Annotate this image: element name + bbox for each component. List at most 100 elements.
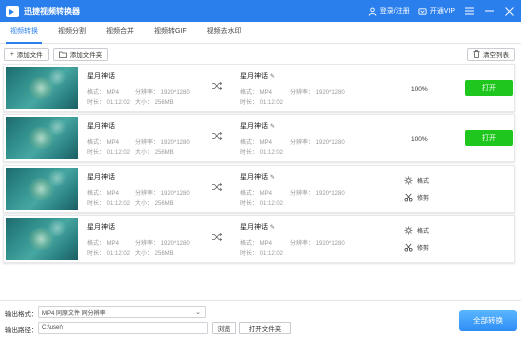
browse-button[interactable]: 浏览 [212, 322, 236, 334]
output-format-select[interactable]: MP4 同原文件 同分辨率 ⌄ [38, 306, 206, 318]
source-format: 格式： MP4 [87, 191, 120, 197]
chevron-down-icon: ⌄ [195, 309, 201, 316]
shuffle-arrows-icon [212, 82, 222, 90]
output-path-value: C:\user\ [42, 325, 64, 331]
list-item: 星月神话 格式： MP4 分辨率： 1920*1280 时长： 01:12:02… [3, 165, 515, 213]
trim-button[interactable]: 修剪 [404, 193, 429, 202]
video-thumbnail [6, 67, 78, 109]
tab-video-merge[interactable]: 视频合并 [96, 21, 144, 43]
tab-remove-watermark[interactable]: 视频去水印 [197, 21, 252, 43]
tab-video-convert[interactable]: 视频转换 [0, 21, 48, 44]
output-duration: 时长： 01:12:02 [240, 100, 284, 106]
format-label: 格式 [417, 229, 430, 235]
output-duration: 时长： 01:12:02 [240, 201, 284, 207]
output-file-name: 星月神话 [240, 73, 268, 80]
source-file-name: 星月神话 [87, 224, 115, 231]
open-folder-button[interactable]: 打开文件夹 [239, 322, 291, 334]
toolbar: + 添加文件 添加文件夹 清空列表 [0, 44, 521, 64]
output-name-group: 星月神话 ✎ [240, 121, 275, 131]
output-format-label: 输出格式： [5, 311, 38, 318]
output-name-group: 星月神话 ✎ [240, 172, 275, 182]
output-settings-bar: 输出格式： MP4 同原文件 同分辨率 ⌄ 输出路径： C:\user\ 浏览 … [0, 300, 521, 346]
source-size: 大小： 256MB [135, 201, 174, 207]
add-file-label: 添加文件 [16, 52, 43, 59]
output-format: 格式： MP4 [240, 191, 273, 197]
source-duration: 时长： 01:12:02 [87, 150, 131, 156]
edit-pencil-icon[interactable]: ✎ [270, 73, 275, 80]
source-size: 大小： 256MB [135, 150, 174, 156]
output-duration: 时长： 01:12:02 [240, 251, 284, 257]
open-button[interactable]: 打开 [465, 80, 513, 96]
shuffle-arrows-icon [212, 233, 222, 241]
trim-label: 修剪 [417, 196, 430, 202]
output-name-group: 星月神话 ✎ [240, 71, 275, 81]
gear-icon [404, 176, 413, 185]
format-label: 格式 [417, 179, 430, 185]
folder-icon [58, 51, 67, 58]
scissors-icon [404, 193, 413, 202]
source-format: 格式： MP4 [87, 90, 120, 96]
login-label: 登录/注册 [379, 8, 410, 15]
add-folder-button[interactable]: 添加文件夹 [52, 47, 109, 61]
output-resolution: 分辨率： 1920*1280 [290, 191, 345, 197]
source-resolution: 分辨率： 1920*1280 [135, 191, 190, 197]
file-list: 星月神话 格式： MP4 分辨率： 1920*1280 时长： 01:12:02… [3, 64, 515, 294]
vip-button[interactable]: 开通VIP [418, 6, 455, 16]
output-resolution: 分辨率： 1920*1280 [290, 241, 345, 247]
scissors-icon [404, 243, 413, 252]
tab-video-split[interactable]: 视频分割 [48, 21, 96, 43]
output-file-name: 星月神话 [240, 224, 268, 231]
minimize-icon[interactable] [483, 5, 495, 17]
list-item: 星月神话 格式： MP4 分辨率： 1920*1280 时长： 01:12:02… [3, 114, 515, 162]
output-resolution: 分辨率： 1920*1280 [290, 90, 345, 96]
trim-button[interactable]: 修剪 [404, 243, 429, 252]
source-resolution: 分辨率： 1920*1280 [135, 140, 190, 146]
format-settings-button[interactable]: 格式 [404, 226, 429, 235]
trim-label: 修剪 [417, 246, 430, 252]
close-icon[interactable] [503, 5, 515, 17]
list-item: 星月神话 格式： MP4 分辨率： 1920*1280 时长： 01:12:02… [3, 215, 515, 263]
app-logo-icon [6, 5, 19, 17]
output-duration: 时长： 01:12:02 [240, 150, 284, 156]
video-thumbnail [6, 218, 78, 260]
vip-icon [418, 7, 427, 15]
format-settings-button[interactable]: 格式 [404, 176, 429, 185]
output-path-input[interactable]: C:\user\ [38, 322, 208, 334]
source-format: 格式： MP4 [87, 140, 120, 146]
output-file-name: 星月神话 [240, 123, 268, 130]
login-button[interactable]: 登录/注册 [368, 6, 410, 16]
edit-pencil-icon[interactable]: ✎ [270, 224, 275, 231]
video-thumbnail [6, 117, 78, 159]
source-duration: 时长： 01:12:02 [87, 251, 131, 257]
progress-percent: 100% [411, 136, 428, 143]
trash-icon [473, 50, 480, 58]
tab-video-to-gif[interactable]: 视频转GIF [144, 21, 197, 43]
output-format: 格式： MP4 [240, 140, 273, 146]
source-size: 大小： 256MB [135, 100, 174, 106]
source-resolution: 分辨率： 1920*1280 [135, 241, 190, 247]
gear-icon [404, 226, 413, 235]
edit-pencil-icon[interactable]: ✎ [270, 123, 275, 130]
shuffle-arrows-icon [212, 183, 222, 191]
source-format: 格式： MP4 [87, 241, 120, 247]
output-format: 格式： MP4 [240, 90, 273, 96]
menu-icon[interactable] [463, 5, 475, 17]
clear-list-label: 清空列表 [483, 52, 509, 59]
output-format: 格式： MP4 [240, 241, 273, 247]
source-file-name: 星月神话 [87, 174, 115, 181]
vip-label: 开通VIP [429, 8, 455, 15]
convert-all-button[interactable]: 全部转换 [459, 310, 517, 331]
feature-tabs: 视频转换 视频分割 视频合并 视频转GIF 视频去水印 [0, 22, 521, 44]
plus-icon: + [10, 50, 14, 58]
output-file-name: 星月神话 [240, 174, 268, 181]
open-button[interactable]: 打开 [465, 130, 513, 146]
edit-pencil-icon[interactable]: ✎ [270, 174, 275, 181]
clear-list-button[interactable]: 清空列表 [467, 47, 515, 61]
output-path-label: 输出路径： [5, 327, 38, 334]
title-bar-actions: 登录/注册 开通VIP [368, 0, 515, 22]
shuffle-arrows-icon [212, 132, 222, 140]
source-resolution: 分辨率： 1920*1280 [135, 90, 190, 96]
add-file-button[interactable]: + 添加文件 [4, 47, 49, 61]
source-file-name: 星月神话 [87, 73, 115, 80]
output-format-value: MP4 同原文件 同分辨率 [42, 310, 106, 317]
